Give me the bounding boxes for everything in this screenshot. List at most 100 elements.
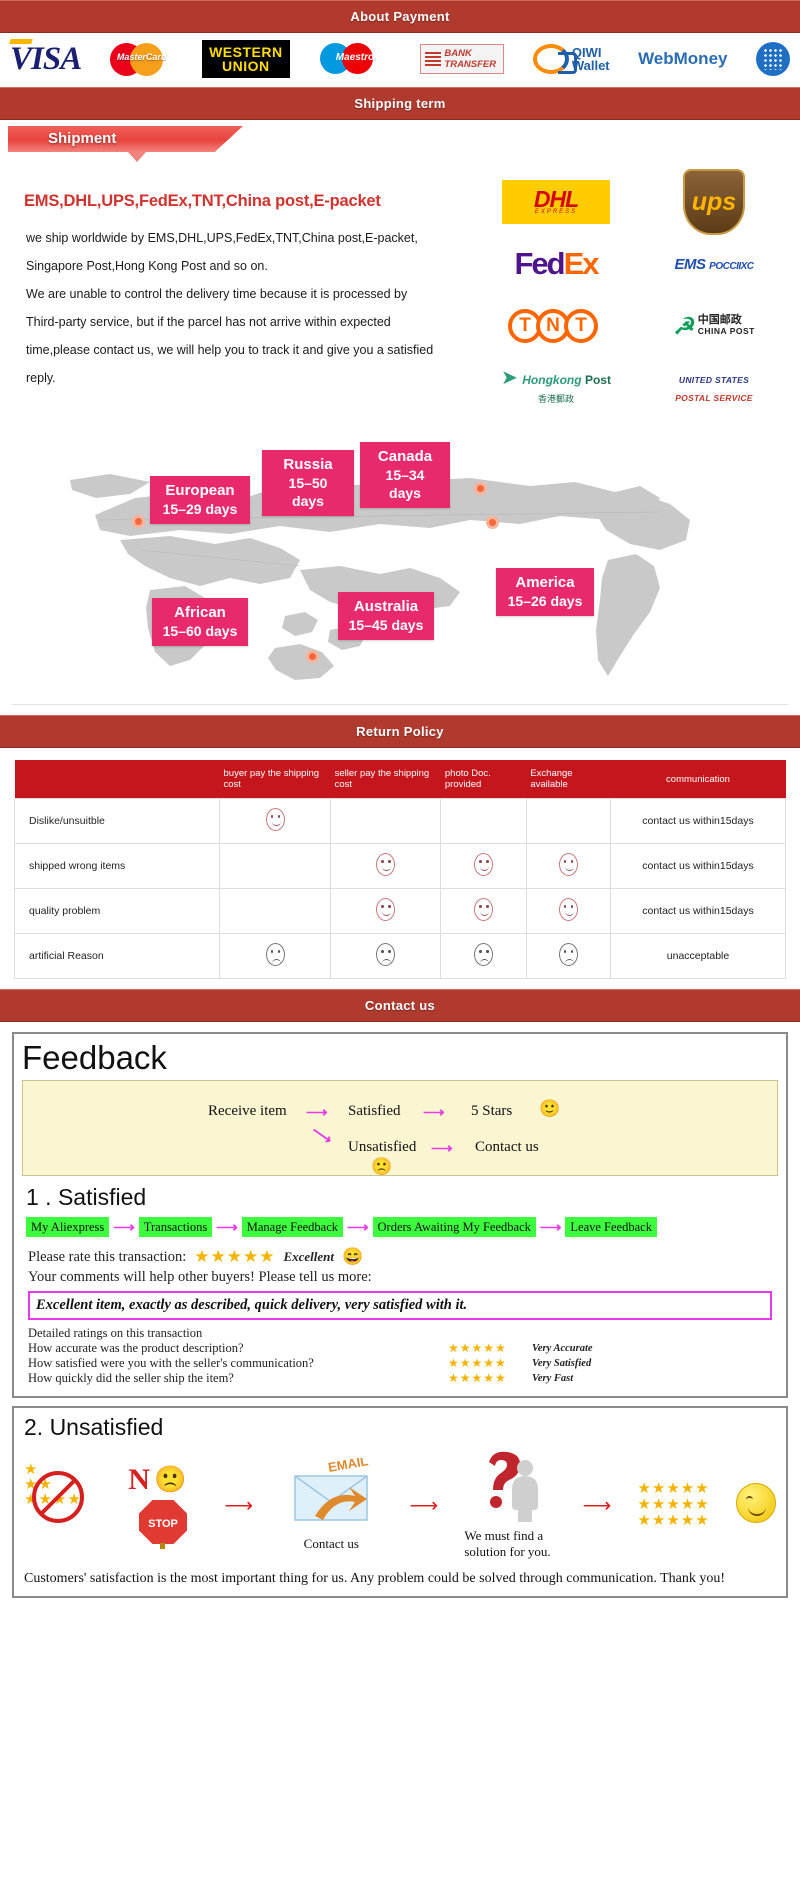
- rating-stars[interactable]: ★★★★★: [194, 1247, 275, 1267]
- satisfied-steps-flow: My Aliexpress ⟶ Transactions ⟶ Manage Fe…: [26, 1217, 778, 1237]
- hongkong-post-icon: ➤ Hongkong Post 香港郵政: [501, 367, 611, 404]
- step-leave-feedback[interactable]: Leave Feedback: [565, 1217, 657, 1237]
- row-reason: artificial Reason: [14, 933, 220, 979]
- cell-exchange: [525, 798, 612, 844]
- step-arrow-icon: ⟶: [539, 1219, 562, 1236]
- table-row: quality problem contact us within15days: [14, 888, 786, 934]
- shipment-paragraph: We are unable to control the delivery ti…: [26, 287, 408, 301]
- cell-communication: contact us within15days: [610, 798, 786, 844]
- fedex-label-a: Fed: [514, 246, 565, 281]
- qiwi-wallet-icon: QIWI Wallet: [532, 39, 610, 79]
- svg-text:STOP: STOP: [148, 1518, 178, 1530]
- email-contact-group: EMAIL Contact us: [279, 1453, 383, 1552]
- table-row: Dislike/unsuitble contact us within15day…: [14, 798, 786, 844]
- map-tag-region: Australia: [353, 598, 419, 615]
- hkpost-label-a: Hongkong: [522, 373, 582, 387]
- delivery-time-map: European 15–29 days Russia 15–50 days Ca…: [0, 420, 800, 705]
- cell-exchange: [525, 843, 612, 889]
- cell-buyer-pay: [218, 798, 332, 844]
- table-row: shipped wrong items contact us within15d…: [14, 843, 786, 889]
- satisfied-heading: 1 . Satisfied: [26, 1184, 147, 1210]
- fedex-icon: FedEx: [484, 238, 628, 290]
- grin-face-icon: 😄: [342, 1247, 364, 1266]
- cell-photo-doc: [440, 798, 527, 844]
- step-my-aliexpress[interactable]: My Aliexpress: [26, 1217, 110, 1237]
- map-tag-america: America 15–26 days: [496, 568, 594, 616]
- step-transactions[interactable]: Transactions: [138, 1217, 213, 1237]
- ems-russian-post-icon: EMS POCCIIXC: [642, 238, 786, 290]
- rate-prompt: Please rate this transaction:: [28, 1248, 187, 1265]
- cell-buyer-pay: [218, 843, 332, 889]
- contact-us-banner: Contact us: [0, 989, 800, 1022]
- detailed-rating-row: How satisfied were you with the seller's…: [28, 1356, 778, 1371]
- header-buyer-pay: buyer pay the shipping cost: [219, 760, 331, 799]
- dhl-sublabel: EXPRESS: [534, 209, 578, 215]
- rate-transaction-row: Please rate this transaction: ★★★★★ Exce…: [28, 1247, 778, 1267]
- webmoney-globe-icon: [755, 39, 790, 79]
- solution-caption: We must find a solution for you.: [464, 1528, 551, 1559]
- map-pin-europe: [132, 515, 145, 528]
- payment-methods-strip: VISA MasterCard WESTERN UNION Maestro BA…: [0, 33, 800, 87]
- step-orders-awaiting[interactable]: Orders Awaiting My Feedback: [372, 1217, 536, 1237]
- cell-communication: contact us within15days: [610, 843, 786, 889]
- sample-comment-box[interactable]: Excellent item, exactly as described, qu…: [28, 1291, 772, 1320]
- cell-seller-pay: [330, 933, 442, 979]
- detailed-rating-row: How accurate was the product description…: [28, 1341, 778, 1356]
- map-tag-region: Canada: [377, 448, 433, 465]
- closing-statement: Customers' satisfaction is the most impo…: [24, 1571, 726, 1586]
- detail-stars[interactable]: ★★★★★: [448, 1356, 532, 1371]
- map-tag-russia: Russia 15–50 days: [262, 450, 354, 516]
- feedback-title: Feedback: [22, 1039, 167, 1076]
- cell-photo-doc: [440, 933, 527, 979]
- map-tag-days: 15–50 days: [288, 475, 328, 509]
- five-star-block-icon: ★★★★★ ★★★★★ ★★★★★: [637, 1481, 710, 1529]
- shipment-ribbon-label: Shipment: [8, 126, 243, 152]
- stop-sign-icon: STOP: [136, 1497, 190, 1563]
- dhl-label: DHL: [533, 186, 579, 212]
- detail-stars[interactable]: ★★★★★: [448, 1371, 532, 1386]
- bank-transfer-icon: BANK TRANSFER: [420, 39, 505, 79]
- map-divider: [12, 704, 788, 705]
- detail-value: Very Satisfied: [532, 1358, 592, 1369]
- mastercard-label: MasterCard: [116, 52, 167, 62]
- unsatisfied-heading: 2. Unsatisfied: [24, 1414, 164, 1440]
- cell-exchange: [525, 933, 612, 979]
- frowning-face-icon: 🙁: [154, 1465, 187, 1494]
- step-manage-feedback[interactable]: Manage Feedback: [241, 1217, 344, 1237]
- detail-stars[interactable]: ★★★★★: [448, 1341, 532, 1356]
- ups-label: ups: [683, 169, 745, 235]
- map-tag-days: 15–26 days: [507, 593, 583, 609]
- no-bad-rating-group: ★★★★★★★: [24, 1463, 102, 1547]
- map-tag-days: 15–45 days: [348, 617, 424, 633]
- product-description-page: About Payment VISA MasterCard WESTERN UN…: [0, 0, 800, 1881]
- red-arrow-icon: ⟶: [224, 1494, 254, 1517]
- shipment-paragraph: time,please contact us, we will help you…: [26, 343, 434, 357]
- map-tag-days: 15–34 days: [385, 467, 425, 501]
- shipment-text-column: EMS,DHL,UPS,FedEx,TNT,China post,E-packe…: [14, 170, 484, 414]
- detailed-ratings-heading: Detailed ratings on this transaction: [28, 1326, 203, 1340]
- cell-communication: contact us within15days: [610, 888, 786, 934]
- carriers-headline: EMS,DHL,UPS,FedEx,TNT,China post,E-packe…: [24, 192, 381, 210]
- shipment-paragraph: reply.: [26, 371, 56, 385]
- contact-us-caption: Contact us: [303, 1536, 359, 1551]
- tnt-letter: T: [564, 309, 598, 343]
- flow-arrow-icon: ⟶: [306, 1105, 328, 1121]
- mastercard-icon: MasterCard: [109, 39, 174, 79]
- rating-word: Excellent: [283, 1249, 334, 1264]
- map-tag-region: Russia: [283, 456, 333, 473]
- email-label: EMAIL: [327, 1458, 369, 1475]
- dhl-icon: DHL EXPRESS: [484, 176, 628, 228]
- detail-question: How satisfied were you with the seller's…: [28, 1356, 314, 1370]
- shipment-ribbon: Shipment: [0, 126, 800, 162]
- sad-face-icon: 🙁: [371, 1157, 393, 1176]
- visa-icon: VISA: [10, 39, 82, 79]
- western-union-icon: WESTERN UNION: [202, 39, 290, 79]
- bank-transfer-line1: BANK: [444, 48, 472, 59]
- flow-contact-us: Contact us: [475, 1139, 539, 1155]
- detailed-rating-row: How quickly did the seller ship the item…: [28, 1371, 778, 1386]
- usps-icon: UNITED STATES POSTAL SERVICE: [642, 362, 786, 414]
- webmoney-icon: WebMoney: [638, 39, 727, 79]
- map-tag-region: European: [165, 482, 235, 499]
- ups-icon: ups: [642, 169, 786, 235]
- comments-prompt-row: Your comments will help other buyers! Pl…: [28, 1269, 778, 1286]
